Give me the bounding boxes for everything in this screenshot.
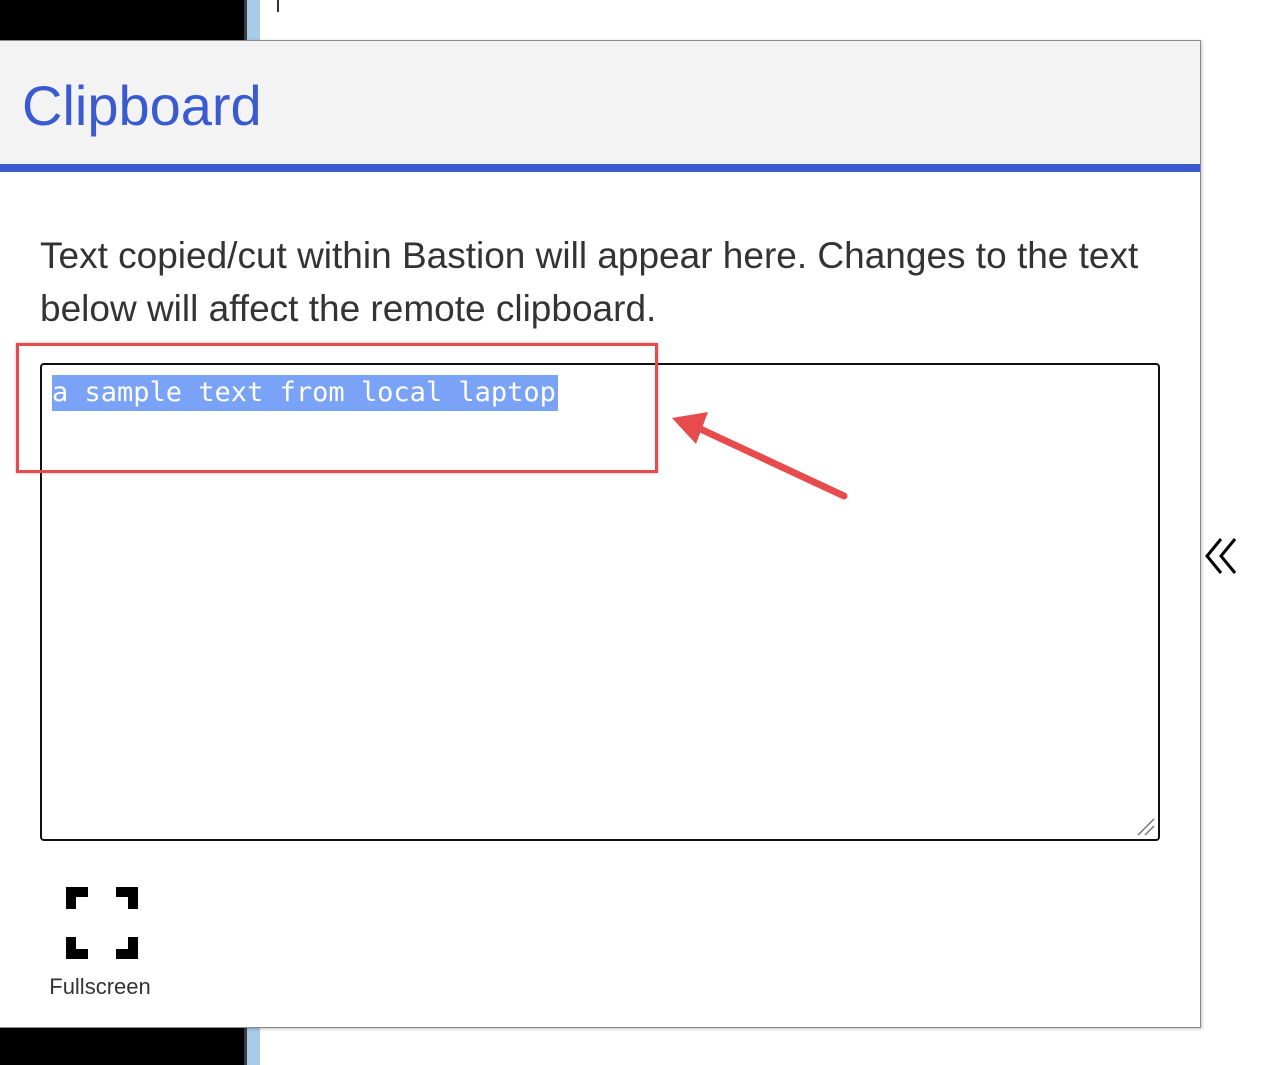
fullscreen-icon	[66, 887, 138, 959]
annotation-arrow-icon	[672, 412, 848, 500]
panel-header: Clipboard	[0, 41, 1200, 165]
remote-window-tick	[277, 0, 279, 12]
remote-desktop-background-bottom	[0, 1026, 244, 1065]
annotation-highlight-box	[16, 343, 658, 473]
header-divider	[0, 164, 1200, 172]
clipboard-description: Text copied/cut within Bastion will appe…	[40, 235, 1139, 329]
screen: Clipboard Text copied/cut within Bastion…	[0, 0, 1286, 1065]
collapse-panel-button[interactable]	[1196, 528, 1248, 584]
clipboard-panel: Clipboard Text copied/cut within Bastion…	[0, 40, 1201, 1028]
double-chevron-left-icon	[1205, 538, 1237, 574]
remote-window-edge	[244, 0, 260, 42]
fullscreen-label: Fullscreen	[49, 974, 151, 999]
panel-title: Clipboard	[22, 74, 262, 137]
remote-window-edge-bottom	[244, 1026, 260, 1065]
fullscreen-button[interactable]: Fullscreen	[40, 887, 160, 1007]
resize-grip-icon[interactable]	[1134, 815, 1156, 837]
remote-desktop-background	[0, 0, 244, 42]
